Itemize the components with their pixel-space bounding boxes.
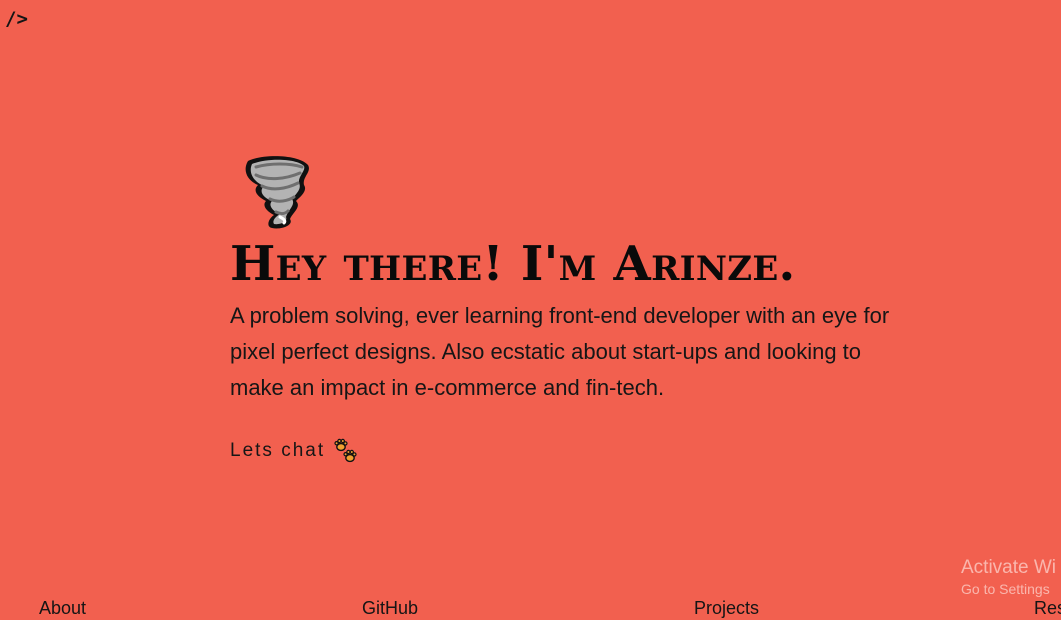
bottom-nav: About GitHub Projects Res	[0, 598, 1061, 620]
lets-chat-label: Lets chat	[230, 440, 326, 461]
site-logo[interactable]: />	[5, 8, 28, 30]
lets-chat-button[interactable]: Lets chat	[230, 438, 359, 464]
hero-title: Hey there! I'm Arinze.	[230, 236, 796, 292]
hero-bio: A problem solving, ever learning front-e…	[230, 303, 890, 400]
nav-item-github[interactable]: GitHub	[362, 598, 418, 619]
tornado-icon	[245, 156, 309, 229]
activate-windows-watermark: Activate Wi Go to Settings	[961, 556, 1056, 598]
nav-item-about[interactable]: About	[39, 598, 86, 619]
watermark-subtitle: Go to Settings	[961, 581, 1050, 597]
nav-item-projects[interactable]: Projects	[694, 598, 759, 619]
nav-item-resume[interactable]: Res	[1034, 598, 1061, 619]
watermark-title: Activate Wi	[961, 557, 1057, 578]
paw-prints-icon	[334, 438, 357, 463]
